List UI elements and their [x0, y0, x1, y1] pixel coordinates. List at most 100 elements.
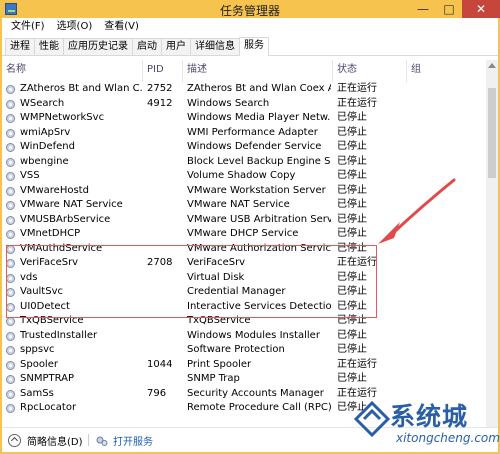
- menu-options[interactable]: 选项(O): [51, 18, 99, 36]
- service-pid: [147, 198, 182, 213]
- service-icon: [6, 230, 15, 239]
- service-description: Security Accounts Manager: [187, 387, 324, 399]
- service-pid: [147, 372, 182, 387]
- service-status: 正在运行: [337, 97, 377, 109]
- service-name: sppsvc: [6, 343, 142, 358]
- service-name: WinDefend: [6, 140, 142, 155]
- service-name-text: TrustedInstaller: [20, 329, 98, 341]
- red-arrow-annotation: [378, 178, 456, 244]
- table-row[interactable]: WinDefend Windows Defender Service 已停止: [2, 140, 486, 155]
- service-icon: [6, 404, 15, 413]
- service-name: RpcLocator: [6, 401, 142, 416]
- tab-app-history[interactable]: 应用历史记录: [63, 38, 133, 55]
- table-row[interactable]: wbengine Block Level Backup Engine Se... 已…: [2, 155, 486, 170]
- service-name-text: VSS: [20, 170, 40, 181]
- tab-performance[interactable]: 性能: [34, 38, 64, 55]
- service-description: Print Spooler: [187, 358, 252, 370]
- menu-view[interactable]: 查看(V): [98, 18, 145, 36]
- service-name-text: WinDefend: [20, 141, 75, 152]
- service-status: 正在运行: [337, 83, 377, 94]
- column-header-pid[interactable]: PID: [143, 60, 183, 82]
- service-name: ZAtheros Bt and Wlan C...: [6, 82, 142, 97]
- service-icon: [6, 389, 15, 399]
- service-name-text: VMnetDHCP: [20, 228, 81, 239]
- service-icon: [6, 143, 15, 152]
- fewer-details-button[interactable]: 简略信息(D): [8, 433, 83, 448]
- table-row[interactable]: WMPNetworkSvc Windows Media Player Netw..…: [2, 111, 486, 126]
- tab-bar: 进程 性能 应用历史记录 启动 用户 详细信息 服务: [2, 36, 498, 56]
- column-header-status[interactable]: 状态: [333, 60, 407, 82]
- table-row[interactable]: WSearch 4912 Windows Search 正在运行: [2, 97, 486, 112]
- service-name-text: WMPNetworkSvc: [20, 112, 105, 123]
- fewer-details-label: 简略信息(D): [27, 437, 83, 448]
- window-client: 文件(F) 选项(O) 查看(V) 进程 性能 应用历史记录 启动 用户 详细信…: [2, 18, 498, 452]
- services-gear-icon: [96, 436, 108, 446]
- service-status: 已停止: [337, 112, 367, 123]
- watermark-url: xitongcheng.com: [396, 431, 500, 445]
- service-description: Windows Search: [187, 97, 270, 109]
- service-name: SamSs: [6, 387, 142, 402]
- service-pid: 1044: [147, 358, 173, 370]
- service-status: 已停止: [337, 155, 367, 167]
- tab-details[interactable]: 详细信息: [190, 38, 240, 55]
- service-name: WMPNetworkSvc: [6, 111, 142, 126]
- watermark-text: 系统城: [390, 402, 469, 431]
- tab-users[interactable]: 用户: [161, 38, 191, 55]
- service-name: VMwareHostd: [6, 184, 142, 199]
- tab-processes[interactable]: 进程: [5, 38, 35, 55]
- service-icon: [6, 99, 15, 109]
- service-name: VSS: [6, 169, 142, 184]
- service-pid: [147, 401, 182, 416]
- service-name-text: RpcLocator: [20, 402, 77, 413]
- column-header-group[interactable]: 组: [407, 60, 486, 82]
- site-watermark: 系统城 xitongcheng.com: [352, 395, 500, 454]
- footer-divider: [88, 434, 89, 446]
- minimize-button[interactable]: —: [410, 0, 436, 18]
- service-name-text: SamSs: [20, 387, 54, 399]
- service-description: VMware Workstation Server: [187, 184, 326, 196]
- service-name: SNMPTRAP: [6, 372, 142, 387]
- service-name: WSearch: [6, 97, 142, 112]
- service-icon: [6, 186, 15, 196]
- table-row[interactable]: ZAtheros Bt and Wlan C... 2752 ZAtheros Bt…: [2, 82, 486, 97]
- service-name-text: wmiApSrv: [20, 126, 71, 138]
- menu-file[interactable]: 文件(F): [5, 18, 51, 36]
- service-description: WMI Performance Adapter: [187, 126, 318, 138]
- table-header: 名称 PID 描述 状态 组: [2, 60, 486, 82]
- service-description: VMware DHCP Service: [187, 228, 299, 239]
- watermark-logo-icon: [353, 400, 391, 438]
- service-icon: [6, 157, 15, 167]
- table-row[interactable]: SNMPTRAP SNMP Trap 已停止: [2, 372, 486, 387]
- service-status: 已停止: [337, 141, 367, 152]
- table-row[interactable]: Spooler 1044 Print Spooler 正在运行: [2, 358, 486, 373]
- tab-services[interactable]: 服务: [239, 37, 269, 56]
- service-status: 已停止: [337, 373, 367, 384]
- service-description: Remote Procedure Call (RPC)...: [187, 402, 331, 413]
- service-icon: [6, 85, 15, 94]
- service-description: Block Level Backup Engine Se...: [187, 155, 331, 167]
- service-name-text: sppsvc: [20, 344, 55, 355]
- table-row[interactable]: wmiApSrv WMI Performance Adapter 已停止: [2, 126, 486, 141]
- service-pid: [147, 343, 182, 358]
- scroll-up-arrow-icon[interactable]: [488, 63, 496, 68]
- tab-startup[interactable]: 启动: [132, 38, 162, 55]
- service-icon: [6, 331, 15, 341]
- service-pid: [147, 329, 182, 344]
- table-row[interactable]: sppsvc Software Protection 已停止: [2, 343, 486, 358]
- chevron-up-icon: [8, 434, 21, 447]
- vertical-scrollbar[interactable]: [486, 60, 498, 427]
- column-header-description[interactable]: 描述: [183, 60, 333, 82]
- service-pid: [147, 227, 182, 242]
- service-name-text: VMware NAT Service: [20, 199, 123, 210]
- service-status: 已停止: [337, 329, 367, 341]
- close-button[interactable]: ✕: [462, 0, 500, 18]
- maximize-button[interactable]: □: [436, 0, 462, 18]
- scroll-thumb[interactable]: [488, 88, 496, 178]
- service-status: 已停止: [337, 344, 367, 355]
- service-status: 正在运行: [337, 358, 377, 370]
- service-name-text: Spooler: [20, 358, 58, 370]
- table-row[interactable]: TrustedInstaller Windows Modules Installe…: [2, 329, 486, 344]
- column-header-name[interactable]: 名称: [2, 60, 143, 82]
- open-services-link[interactable]: 打开服务: [96, 433, 153, 448]
- title-bar: 任务管理器 — □ ✕: [0, 0, 500, 18]
